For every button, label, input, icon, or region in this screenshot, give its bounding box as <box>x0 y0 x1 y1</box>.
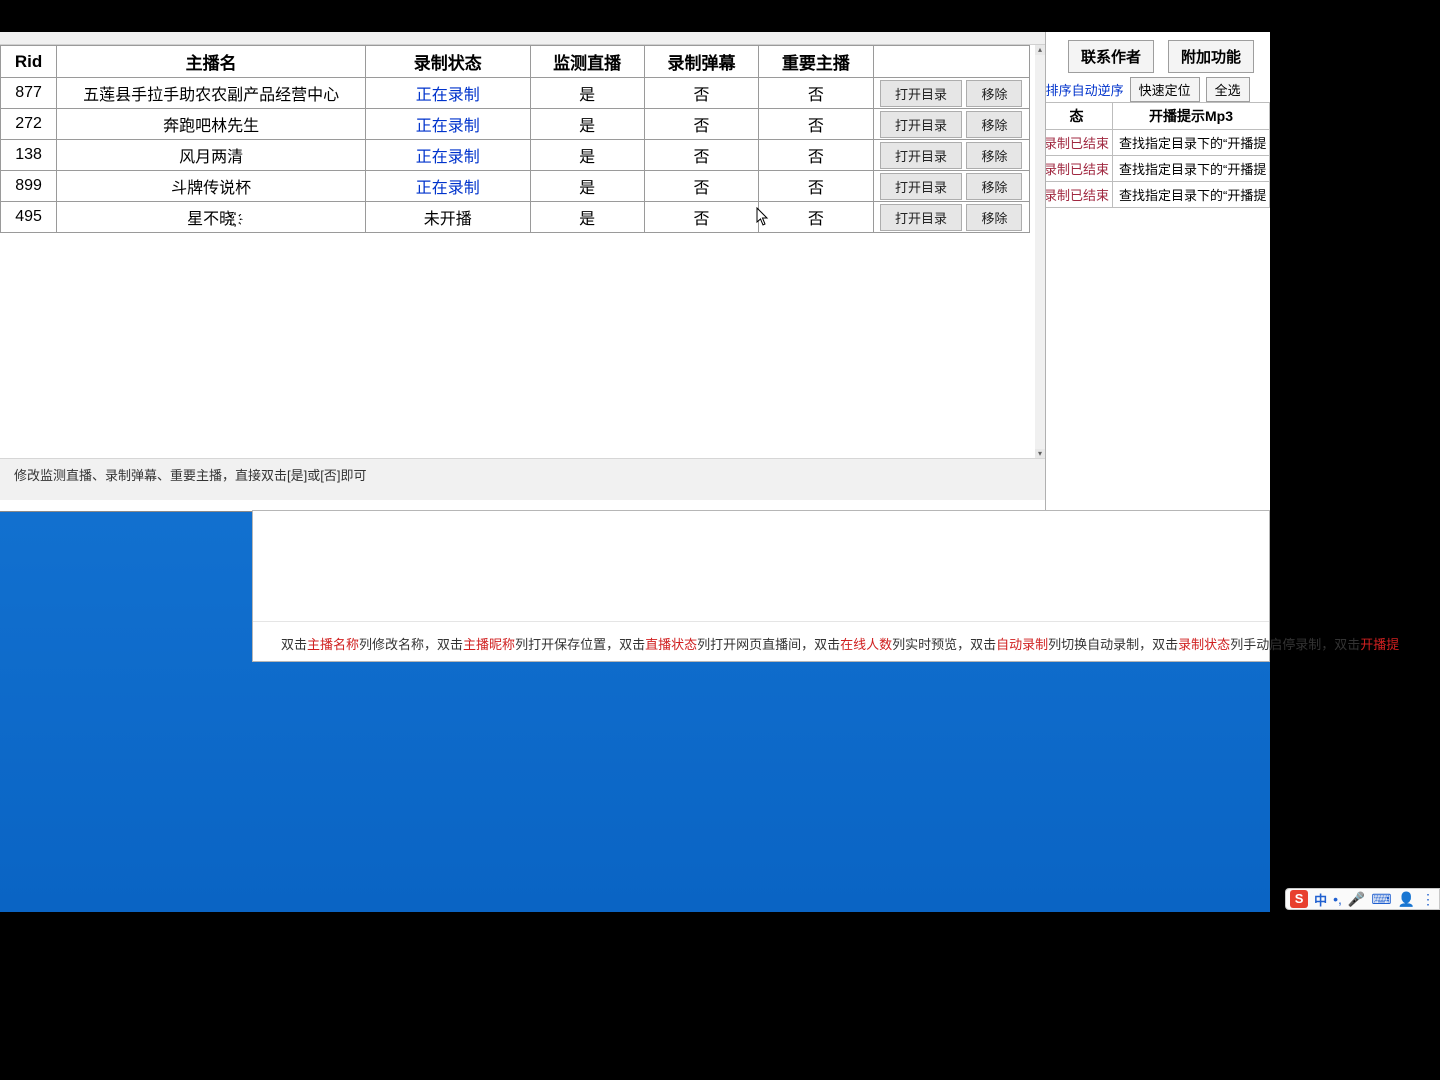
open-dir-button[interactable]: 打开目录 <box>880 111 962 138</box>
ime-mic-icon[interactable]: 🎤 <box>1348 891 1365 908</box>
col-rid[interactable]: Rid <box>1 46 57 78</box>
open-dir-button[interactable]: 打开目录 <box>880 80 962 107</box>
cell-danmu[interactable]: 否 <box>644 109 758 140</box>
remove-button[interactable]: 移除 <box>966 111 1022 138</box>
table-row: 272奔跑吧林先生正在录制是否否打开目录 移除 <box>1 109 1030 140</box>
cell-vip[interactable]: 否 <box>759 78 873 109</box>
quick-locate-button[interactable]: 快速定位 <box>1130 77 1200 102</box>
table-row: 899斗牌传说杯正在录制是否否打开目录 移除 <box>1 171 1030 202</box>
cell-vip[interactable]: 否 <box>759 202 873 233</box>
cell-state[interactable]: 录制已结束 <box>1041 156 1113 182</box>
remove-button[interactable]: 移除 <box>966 80 1022 107</box>
remove-button[interactable]: 移除 <box>966 173 1022 200</box>
hint-bar: 修改监测直播、录制弹幕、重要主播，直接双击[是]或[否]即可 <box>0 458 1045 500</box>
open-dir-button[interactable]: 打开目录 <box>880 142 962 169</box>
cell-monitor[interactable]: 是 <box>530 78 644 109</box>
col-monitor[interactable]: 监测直播 <box>530 46 644 78</box>
cell-vip[interactable]: 否 <box>759 109 873 140</box>
cell-actions: 打开目录 移除 <box>873 78 1030 109</box>
side-panel: 联系作者 附加功能 ;排序自动逆序 快速定位 全选 态 开播提示Mp3 录制已结… <box>1040 32 1270 512</box>
cell-monitor[interactable]: 是 <box>530 171 644 202</box>
open-dir-button[interactable]: 打开目录 <box>880 173 962 200</box>
cell-mp3[interactable]: 查找指定目录下的“开播提 <box>1113 130 1270 156</box>
cell-state[interactable]: 录制已结束 <box>1041 182 1113 208</box>
side-table: 态 开播提示Mp3 录制已结束查找指定目录下的“开播提录制已结束查找指定目录下的… <box>1040 102 1270 208</box>
cell-name[interactable]: 风月两清 <box>57 140 366 171</box>
cell-rid[interactable]: 495 <box>1 202 57 233</box>
ime-chinese-icon[interactable]: 中 <box>1314 890 1327 909</box>
cell-rid[interactable]: 899 <box>1 171 57 202</box>
cell-monitor[interactable]: 是 <box>530 140 644 171</box>
cell-danmu[interactable]: 否 <box>644 140 758 171</box>
col-danmu[interactable]: 录制弹幕 <box>644 46 758 78</box>
side-col-state[interactable]: 态 <box>1041 103 1113 130</box>
cell-status[interactable]: 正在录制 <box>366 109 530 140</box>
cell-status[interactable]: 正在录制 <box>366 171 530 202</box>
ime-bar[interactable]: S 中 •, 🎤 ⌨ 👤 ⋮ <box>1285 888 1440 910</box>
cell-monitor[interactable]: 是 <box>530 202 644 233</box>
contact-author-button[interactable]: 联系作者 <box>1068 40 1154 73</box>
table-row: 录制已结束查找指定目录下的“开播提 <box>1041 182 1270 208</box>
under-hint-text: 双击主播名称列修改名称，双击主播昵称列打开保存位置，双击直播状态列打开网页直播间… <box>253 621 1269 661</box>
remove-button[interactable]: 移除 <box>966 204 1022 231</box>
cell-danmu[interactable]: 否 <box>644 78 758 109</box>
cell-actions: 打开目录 移除 <box>873 171 1030 202</box>
ime-keyboard-icon[interactable]: ⌨ <box>1371 891 1391 908</box>
main-table: Rid 主播名 录制状态 监测直播 录制弹幕 重要主播 877五莲县手拉手助农农… <box>0 45 1030 233</box>
cell-status[interactable]: 正在录制 <box>366 140 530 171</box>
table-row: 录制已结束查找指定目录下的“开播提 <box>1041 156 1270 182</box>
table-row: 495星不晓҉҉未开播是否否打开目录 移除 <box>1 202 1030 233</box>
dialog-titlebar[interactable] <box>0 32 1045 44</box>
side-col-mp3[interactable]: 开播提示Mp3 <box>1113 103 1270 130</box>
ime-sogou-icon[interactable]: S <box>1290 890 1308 908</box>
ime-person-icon[interactable]: 👤 <box>1398 891 1415 908</box>
cell-rid[interactable]: 272 <box>1 109 57 140</box>
cell-status[interactable]: 正在录制 <box>366 78 530 109</box>
cell-status[interactable]: 未开播 <box>366 202 530 233</box>
cell-monitor[interactable]: 是 <box>530 109 644 140</box>
open-dir-button[interactable]: 打开目录 <box>880 204 962 231</box>
cell-rid[interactable]: 138 <box>1 140 57 171</box>
cell-mp3[interactable]: 查找指定目录下的“开播提 <box>1113 156 1270 182</box>
cell-rid[interactable]: 877 <box>1 78 57 109</box>
table-row: 138风月两清正在录制是否否打开目录 移除 <box>1 140 1030 171</box>
cell-danmu[interactable]: 否 <box>644 202 758 233</box>
underlying-window: 双击主播名称列修改名称，双击主播昵称列打开保存位置，双击直播状态列打开网页直播间… <box>252 510 1270 662</box>
main-dialog: ▴ ▾ Rid 主播名 录制状态 监测直播 录制弹幕 重要主播 87 <box>0 32 1046 512</box>
extra-features-button[interactable]: 附加功能 <box>1168 40 1254 73</box>
col-name[interactable]: 主播名 <box>57 46 366 78</box>
ime-menu-icon[interactable]: ⋮ <box>1421 891 1435 908</box>
scroll-up-icon[interactable]: ▴ <box>1035 45 1045 55</box>
cell-actions: 打开目录 移除 <box>873 140 1030 171</box>
cell-state[interactable]: 录制已结束 <box>1041 130 1113 156</box>
scrollbar[interactable]: ▴ ▾ <box>1035 45 1045 459</box>
ime-punct-icon[interactable]: •, <box>1333 891 1342 907</box>
table-row: 877五莲县手拉手助农农副产品经营中心正在录制是否否打开目录 移除 <box>1 78 1030 109</box>
table-row: 录制已结束查找指定目录下的“开播提 <box>1041 130 1270 156</box>
cell-name[interactable]: 星不晓҉҉ <box>57 202 366 233</box>
cell-mp3[interactable]: 查找指定目录下的“开播提 <box>1113 182 1270 208</box>
cell-name[interactable]: 五莲县手拉手助农农副产品经营中心 <box>57 78 366 109</box>
cell-actions: 打开目录 移除 <box>873 202 1030 233</box>
cell-vip[interactable]: 否 <box>759 171 873 202</box>
sort-reverse-link[interactable]: ;排序自动逆序 <box>1042 80 1124 99</box>
col-vip[interactable]: 重要主播 <box>759 46 873 78</box>
remove-button[interactable]: 移除 <box>966 142 1022 169</box>
cell-name[interactable]: 斗牌传说杯 <box>57 171 366 202</box>
cell-name[interactable]: 奔跑吧林先生 <box>57 109 366 140</box>
col-actions <box>873 46 1030 78</box>
cell-actions: 打开目录 移除 <box>873 109 1030 140</box>
select-all-button[interactable]: 全选 <box>1206 77 1250 102</box>
col-status[interactable]: 录制状态 <box>366 46 530 78</box>
cell-vip[interactable]: 否 <box>759 140 873 171</box>
cell-danmu[interactable]: 否 <box>644 171 758 202</box>
